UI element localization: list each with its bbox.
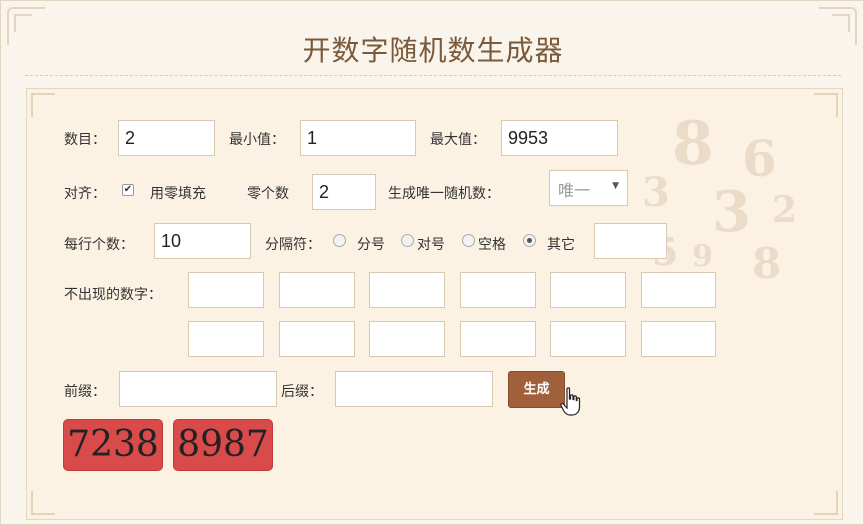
separator-radio-space[interactable]: [462, 234, 475, 247]
suffix-input[interactable]: [335, 371, 493, 407]
count-label: 数目：: [64, 132, 106, 148]
panel-corner-ornament: [814, 491, 838, 515]
result-number: 7238: [63, 419, 163, 471]
separator-radio-check[interactable]: [401, 234, 414, 247]
generate-button[interactable]: 生成: [508, 371, 565, 408]
separator-label: 分隔符：: [265, 237, 321, 253]
prefix-label: 前缀：: [64, 384, 106, 400]
title-divider: [25, 75, 841, 76]
exclude-label: 不出现的数字：: [64, 287, 162, 303]
page-title: 开数字随机数生成器: [302, 34, 564, 67]
align-label: 对齐：: [64, 186, 106, 202]
separator-radio-semicolon[interactable]: [333, 234, 346, 247]
hand-cursor-icon: [560, 387, 581, 416]
separator-option-label: 分号: [357, 237, 385, 253]
separator-option-label: 对号: [417, 237, 445, 253]
zero-count-input[interactable]: 2: [312, 174, 376, 210]
separator-custom-input[interactable]: [594, 223, 667, 259]
exclude-digit-input[interactable]: [550, 272, 626, 308]
separator-radio-other[interactable]: [523, 234, 536, 247]
exclude-digit-input[interactable]: [279, 272, 355, 308]
page-frame: 开数字随机数生成器 8 6 3 3 2 5 9 8 数目： 2 最小值： 1 最…: [0, 0, 864, 525]
exclude-digit-input[interactable]: [188, 272, 264, 308]
max-input[interactable]: 9953: [501, 120, 618, 156]
exclude-digit-input[interactable]: [550, 321, 626, 357]
exclude-digit-input[interactable]: [369, 272, 445, 308]
count-input[interactable]: 2: [118, 120, 215, 156]
unique-select-value: 唯一: [558, 181, 591, 200]
panel-corner-ornament: [31, 93, 55, 117]
exclude-digit-input[interactable]: [279, 321, 355, 357]
prefix-input[interactable]: [119, 371, 277, 407]
separator-option-label: 其它: [547, 237, 575, 253]
exclude-digit-input[interactable]: [460, 272, 536, 308]
max-label: 最大值：: [430, 132, 486, 148]
separator-option-label: 空格: [478, 237, 506, 253]
zero-fill-label: 用零填充: [150, 186, 206, 202]
suffix-label: 后缀：: [281, 384, 323, 400]
panel-corner-ornament: [31, 491, 55, 515]
chevron-down-icon: ▼: [612, 181, 619, 191]
numbers-watermark-image: 8 6 3 3 2 5 9 8: [642, 109, 798, 288]
exclude-digit-input[interactable]: [188, 321, 264, 357]
zero-fill-checkbox[interactable]: ✔: [122, 184, 134, 196]
unique-label: 生成唯一随机数：: [388, 186, 500, 202]
exclude-digit-input[interactable]: [369, 321, 445, 357]
zero-count-label: 零个数: [247, 186, 289, 202]
exclude-digit-input[interactable]: [641, 272, 716, 308]
unique-select[interactable]: 唯一 ▼: [549, 170, 628, 206]
min-label: 最小值：: [229, 132, 285, 148]
min-input[interactable]: 1: [300, 120, 416, 156]
exclude-digit-input[interactable]: [641, 321, 716, 357]
result-number: 8987: [173, 419, 273, 471]
per-row-input[interactable]: 10: [154, 223, 251, 259]
exclude-digit-input[interactable]: [460, 321, 536, 357]
per-row-label: 每行个数：: [64, 237, 134, 253]
